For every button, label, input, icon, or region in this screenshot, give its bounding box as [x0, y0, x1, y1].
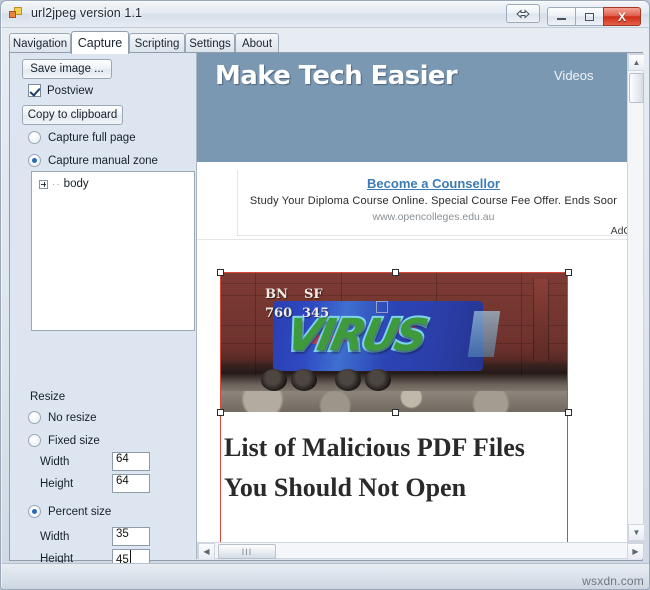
dom-tree-view[interactable]: ·· body	[31, 171, 195, 331]
postview-checkbox-row[interactable]: Postview	[28, 84, 93, 97]
boxcar-number-left: 760	[265, 306, 293, 321]
boxcar-wheels	[261, 369, 391, 391]
fixed-size-radio[interactable]	[28, 434, 41, 447]
no-resize-row[interactable]: No resize	[28, 411, 97, 424]
chevron-down-icon: ▼	[632, 528, 641, 537]
scroll-right-button[interactable]: ▶	[627, 543, 644, 559]
tab-about[interactable]: About	[235, 33, 279, 53]
nav-link-videos[interactable]: Videos	[554, 68, 594, 83]
window-title: url2jpeg version 1.1	[31, 6, 143, 20]
selection-handle-middle-left[interactable]	[217, 409, 224, 416]
save-image-button[interactable]: Save image ...	[22, 59, 112, 79]
maximize-icon	[576, 8, 603, 25]
ad-description: Study Your Diploma Course Online. Specia…	[249, 195, 618, 207]
capture-full-page-label: Capture full page	[48, 131, 136, 144]
chevron-up-icon: ▲	[632, 58, 641, 67]
text-caret	[129, 550, 131, 563]
boxcar-initials-left: BN	[265, 287, 288, 302]
capture-full-page-row[interactable]: Capture full page	[28, 131, 136, 144]
fixed-height-input[interactable]: 64	[112, 474, 150, 493]
maximize-button[interactable]	[575, 7, 604, 26]
window-controls: X	[547, 4, 641, 26]
no-resize-radio[interactable]	[28, 411, 41, 424]
fixed-height-label: Height	[40, 477, 74, 490]
tab-settings[interactable]: Settings	[185, 33, 235, 53]
scroll-down-button[interactable]: ▼	[628, 524, 644, 541]
site-header-banner: Make Tech Easier Videos	[197, 53, 629, 162]
scroll-thumb-grip-icon: III	[241, 546, 253, 557]
capture-manual-zone-radio[interactable]	[28, 154, 41, 167]
percent-size-label: Percent size	[48, 505, 112, 518]
fixed-width-input[interactable]: 64	[112, 452, 150, 471]
minimize-button[interactable]	[547, 7, 576, 26]
percent-width-input[interactable]: 35	[112, 527, 150, 546]
horizontal-scroll-thumb[interactable]: III	[218, 544, 276, 559]
selection-handle-top-center[interactable]	[392, 269, 399, 276]
title-bar: url2jpeg version 1.1 X	[1, 1, 649, 28]
site-title: Make Tech Easier	[215, 61, 458, 91]
minimize-icon	[548, 8, 575, 25]
article-headline[interactable]: List of Malicious PDF Files You Should N…	[224, 416, 564, 508]
capture-manual-zone-label: Capture manual zone	[48, 154, 158, 167]
close-icon: X	[617, 9, 626, 24]
tab-capture[interactable]: Capture	[71, 31, 129, 54]
preview-horizontal-scrollbar[interactable]: ◀ III ▶	[197, 542, 644, 559]
tree-connector: ··	[52, 178, 61, 190]
preview-vertical-scrollbar[interactable]: ▲ ▼	[627, 53, 644, 542]
fixed-width-row: Width 64	[40, 452, 150, 471]
boxcar-number-right: 345	[302, 306, 330, 321]
selection-handle-middle-center[interactable]	[392, 409, 399, 416]
selection-rectangle[interactable]: VIRUS BN SF 760 345 List of Malicious PD…	[217, 269, 572, 559]
close-button[interactable]: X	[603, 7, 641, 26]
resize-arrows-button[interactable]	[506, 4, 540, 23]
application-window: url2jpeg version 1.1 X Navigation Captur…	[0, 0, 650, 590]
percent-width-label: Width	[40, 530, 70, 543]
image-watermark: wsxdn.com	[582, 574, 644, 588]
tree-node-label: body	[63, 178, 89, 190]
selection-handle-top-left[interactable]	[217, 269, 224, 276]
tab-scripting[interactable]: Scripting	[129, 33, 185, 53]
app-icon	[9, 7, 23, 21]
tab-bar: Navigation Capture Scripting Settings Ab…	[9, 31, 643, 54]
no-resize-label: No resize	[48, 411, 97, 424]
postview-label: Postview	[47, 84, 94, 97]
fixed-width-label: Width	[40, 455, 70, 468]
header-gap	[197, 162, 629, 170]
chevron-right-icon: ▶	[632, 547, 639, 556]
fixed-size-row[interactable]: Fixed size	[28, 434, 100, 447]
capture-options-panel: Save image ... Postview Copy to clipboar…	[10, 53, 195, 589]
resize-arrows-icon	[507, 5, 539, 22]
web-preview-pane[interactable]: Make Tech Easier Videos Become a Counsel…	[196, 53, 644, 559]
tree-node-body[interactable]: ·· body	[39, 178, 89, 190]
ad-headline-link[interactable]: Become a Counsellor	[238, 176, 629, 191]
resize-legend: Resize	[30, 391, 66, 403]
advertisement-block[interactable]: Become a Counsellor Study Your Diploma C…	[237, 170, 631, 237]
percent-width-row: Width 35	[40, 527, 150, 546]
selection-handle-top-right[interactable]	[565, 269, 572, 276]
fixed-size-label: Fixed size	[48, 434, 100, 447]
tab-navigation[interactable]: Navigation	[9, 33, 71, 53]
scroll-left-button[interactable]: ◀	[198, 543, 215, 559]
article-photo-graffiti-train: VIRUS BN SF 760 345	[221, 273, 567, 412]
vertical-scroll-thumb[interactable]	[629, 73, 644, 103]
client-area: Save image ... Postview Copy to clipboar…	[9, 53, 644, 589]
ad-display-url: www.opencolleges.edu.au	[372, 211, 495, 223]
fixed-height-row: Height 64	[40, 474, 150, 493]
content-divider	[197, 239, 629, 240]
selection-handle-middle-right[interactable]	[565, 409, 572, 416]
boxcar-initials-right: SF	[304, 287, 323, 302]
postview-checkbox[interactable]	[28, 84, 41, 97]
percent-size-radio[interactable]	[28, 505, 41, 518]
chevron-left-icon: ◀	[203, 547, 210, 556]
scroll-up-button[interactable]: ▲	[628, 54, 644, 71]
percent-size-row[interactable]: Percent size	[28, 505, 111, 518]
boxcar-stencil-plate	[376, 301, 388, 313]
boxcar-door	[533, 279, 549, 361]
capture-full-page-radio[interactable]	[28, 131, 41, 144]
window-status-strip	[1, 563, 649, 589]
capture-manual-zone-row[interactable]: Capture manual zone	[28, 154, 158, 167]
plus-expander-icon[interactable]	[39, 179, 48, 189]
copy-to-clipboard-button[interactable]: Copy to clipboard	[22, 105, 123, 125]
